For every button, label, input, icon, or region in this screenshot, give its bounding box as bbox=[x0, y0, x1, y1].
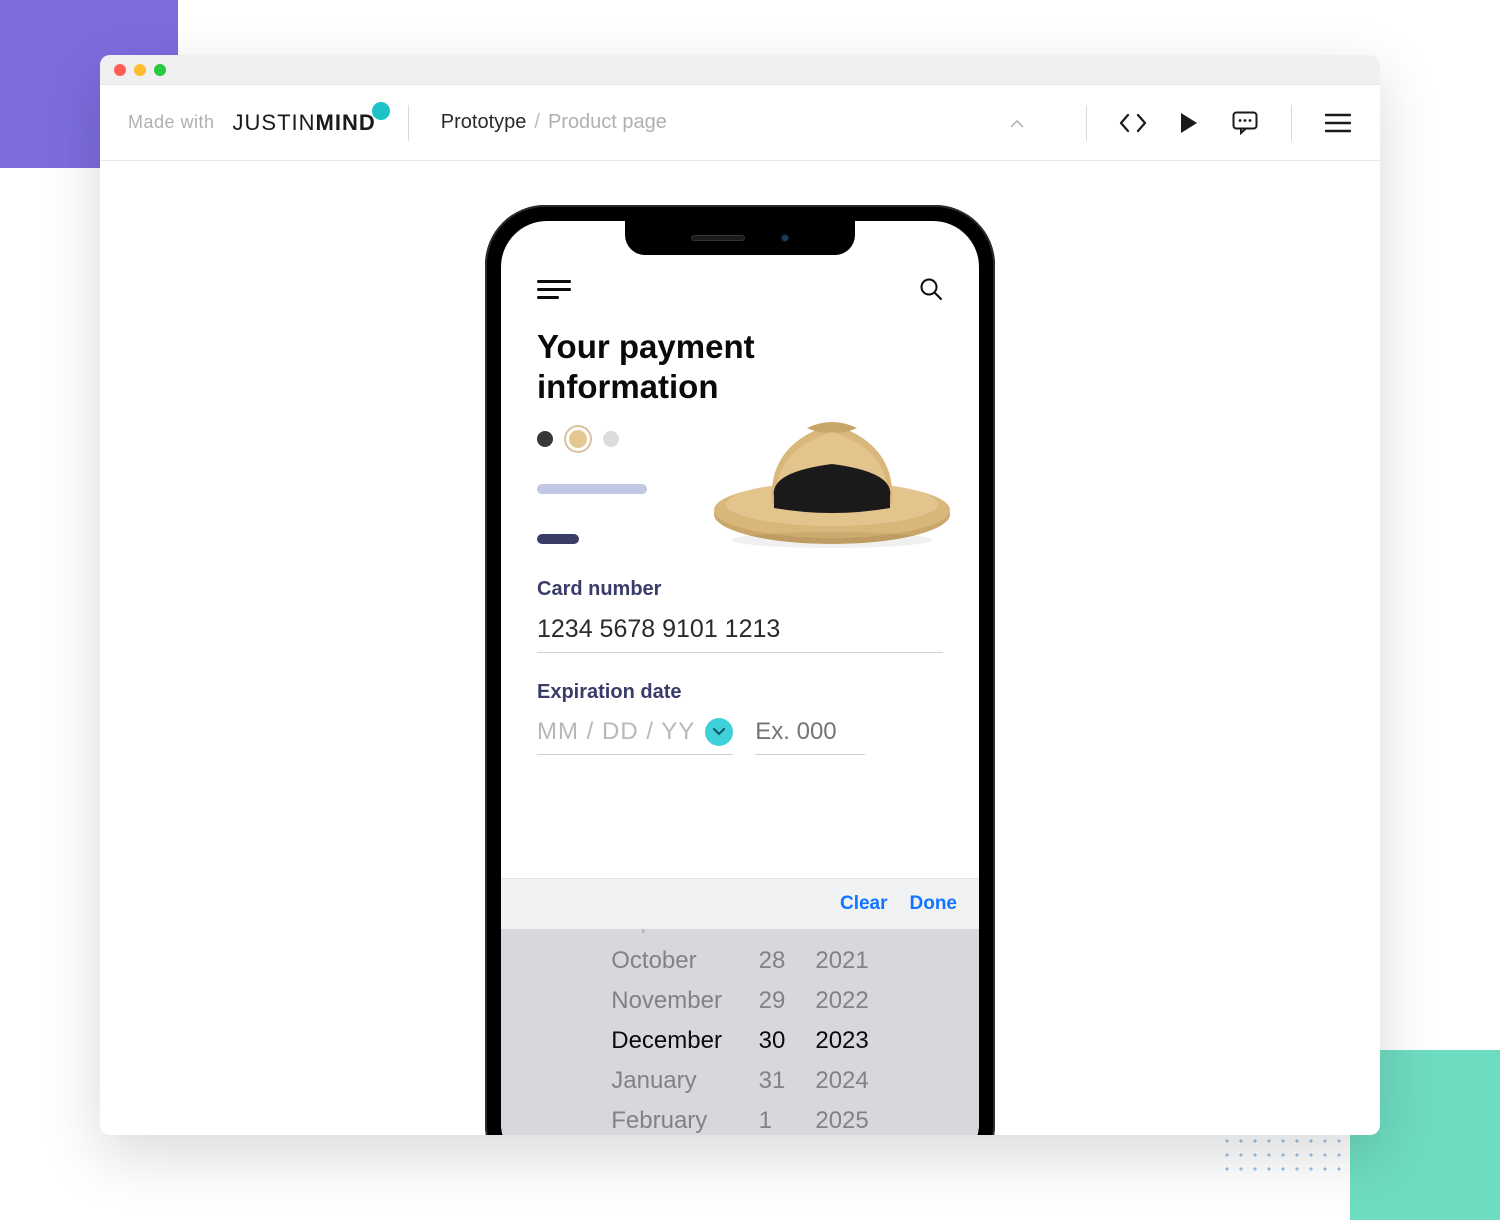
wheel-item[interactable]: 2021 bbox=[815, 941, 868, 981]
app-window: Made with JUSTINMIND Prototype / Product… bbox=[100, 55, 1380, 1135]
camera-icon bbox=[781, 234, 789, 242]
divider bbox=[1291, 105, 1292, 141]
logo-text-bold: MIND bbox=[316, 110, 376, 136]
page-title: Your payment information bbox=[537, 327, 943, 406]
play-icon[interactable] bbox=[1175, 109, 1203, 137]
ccv-input[interactable] bbox=[755, 718, 865, 755]
toolbar-actions bbox=[1119, 109, 1259, 137]
placeholder-bar-short bbox=[537, 534, 579, 544]
expiration-placeholder: MM / DD / YY bbox=[537, 718, 695, 746]
card-number-label: Card number bbox=[537, 578, 943, 601]
wheel-item[interactable]: 1 bbox=[759, 1101, 786, 1135]
done-button[interactable]: Done bbox=[910, 893, 958, 915]
wheel-item[interactable]: 29 bbox=[759, 981, 786, 1021]
wheel-item[interactable]: October bbox=[611, 941, 728, 981]
logo-text-thin: JUSTIN bbox=[233, 110, 316, 136]
date-picker: Clear Done SeptemberOctoberNovemberDecem… bbox=[501, 878, 979, 1135]
app-content: Your payment information bbox=[501, 221, 979, 1135]
wheel-item[interactable]: 2025 bbox=[815, 1101, 868, 1135]
code-icon[interactable] bbox=[1119, 109, 1147, 137]
phone-frame: Your payment information bbox=[485, 205, 995, 1135]
picker-wheels[interactable]: SeptemberOctoberNovemberDecemberJanuaryF… bbox=[501, 929, 979, 1135]
wheel-item[interactable]: November bbox=[611, 981, 728, 1021]
speaker-icon bbox=[691, 235, 745, 241]
minimize-window-button[interactable] bbox=[134, 64, 146, 76]
window-titlebar bbox=[100, 55, 1380, 85]
wheel-item[interactable]: December bbox=[611, 1021, 728, 1061]
year-wheel[interactable]: 202020212022202320242025 bbox=[803, 929, 886, 1135]
divider bbox=[408, 105, 409, 141]
maximize-window-button[interactable] bbox=[154, 64, 166, 76]
color-swatches bbox=[537, 430, 647, 448]
wheel-item[interactable]: 2023 bbox=[815, 1021, 868, 1061]
wheel-item[interactable]: 28 bbox=[759, 941, 786, 981]
menu-icon[interactable] bbox=[1324, 109, 1352, 137]
phone-screen: Your payment information bbox=[501, 221, 979, 1135]
justinmind-logo: JUSTINMIND bbox=[233, 110, 376, 136]
breadcrumb: Prototype / Product page bbox=[441, 111, 667, 134]
picker-toolbar: Clear Done bbox=[501, 879, 979, 929]
close-window-button[interactable] bbox=[114, 64, 126, 76]
wheel-item[interactable]: 30 bbox=[759, 1021, 786, 1061]
expiration-field: Expiration date MM / DD / YY bbox=[537, 681, 943, 755]
wheel-item[interactable]: February bbox=[611, 1101, 728, 1135]
breadcrumb-separator: / bbox=[534, 111, 540, 134]
product-image bbox=[707, 404, 957, 554]
chevron-up-icon[interactable] bbox=[1010, 112, 1054, 133]
swatch-dark[interactable] bbox=[537, 431, 553, 447]
day-wheel[interactable]: 27282930311 bbox=[741, 929, 804, 1135]
wheel-item[interactable]: 27 bbox=[759, 929, 786, 941]
logo-circle-icon bbox=[372, 102, 390, 120]
placeholder-bar bbox=[537, 484, 647, 494]
wheel-item[interactable]: January bbox=[611, 1061, 728, 1101]
swatch-grey[interactable] bbox=[603, 431, 619, 447]
made-with-label: Made with bbox=[128, 112, 215, 133]
phone-notch bbox=[625, 221, 855, 255]
wheel-item[interactable]: September bbox=[611, 929, 728, 941]
card-number-field: Card number bbox=[537, 578, 943, 653]
breadcrumb-root[interactable]: Prototype bbox=[441, 111, 527, 134]
month-wheel[interactable]: SeptemberOctoberNovemberDecemberJanuaryF… bbox=[593, 929, 740, 1135]
card-number-input[interactable] bbox=[537, 615, 943, 653]
product-summary bbox=[537, 430, 943, 560]
chevron-down-icon[interactable] bbox=[705, 718, 733, 746]
search-icon[interactable] bbox=[919, 277, 943, 301]
clear-button[interactable]: Clear bbox=[840, 893, 888, 915]
wheel-item[interactable]: 2024 bbox=[815, 1061, 868, 1101]
wheel-item[interactable]: 31 bbox=[759, 1061, 786, 1101]
expiration-label: Expiration date bbox=[537, 681, 943, 704]
wheel-item[interactable]: 2020 bbox=[815, 929, 868, 941]
device-preview: Your payment information bbox=[100, 161, 1380, 1135]
comment-icon[interactable] bbox=[1231, 109, 1259, 137]
swatch-tan-selected[interactable] bbox=[569, 430, 587, 448]
divider bbox=[1086, 105, 1087, 141]
breadcrumb-current: Product page bbox=[548, 111, 667, 134]
expiration-date-input[interactable]: MM / DD / YY bbox=[537, 718, 733, 755]
app-toolbar: Made with JUSTINMIND Prototype / Product… bbox=[100, 85, 1380, 161]
hamburger-icon[interactable] bbox=[537, 280, 571, 299]
wheel-item[interactable]: 2022 bbox=[815, 981, 868, 1021]
app-header bbox=[537, 277, 943, 301]
